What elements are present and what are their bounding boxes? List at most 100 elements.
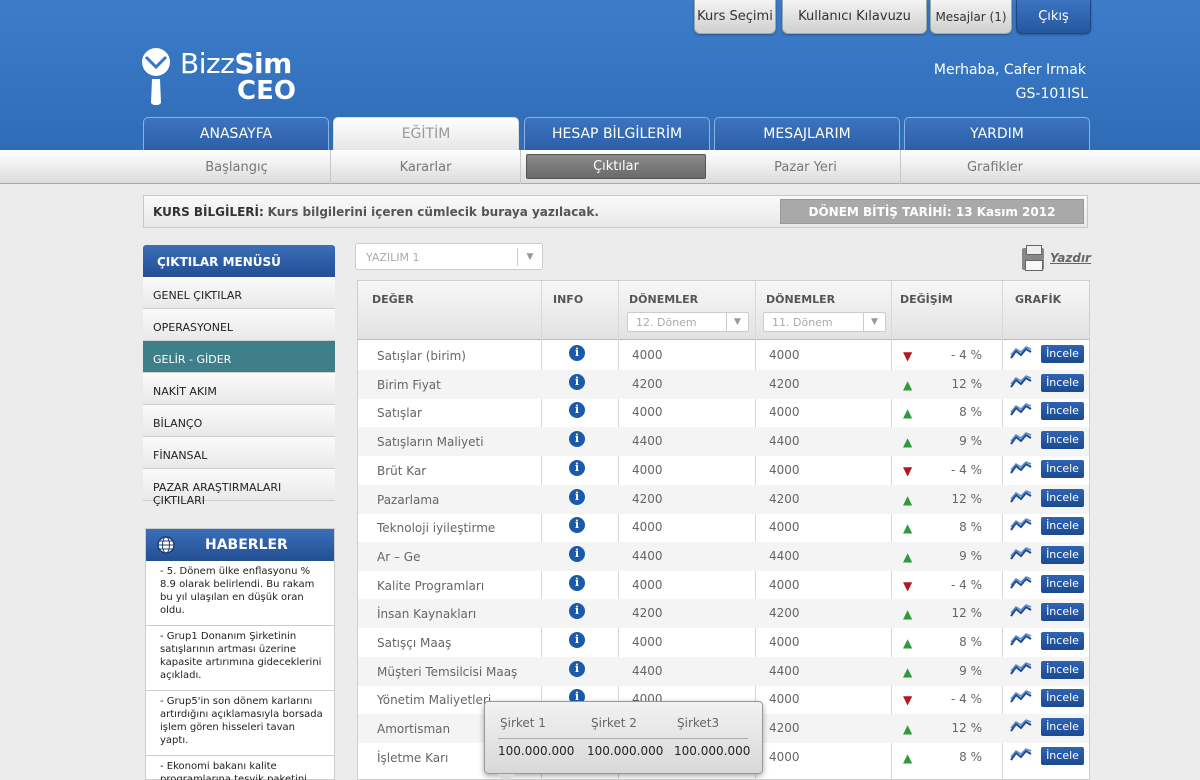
header-period-1: DÖNEMLER xyxy=(629,293,699,306)
trend-chart-icon[interactable] xyxy=(1010,403,1032,417)
subtab-decisions[interactable]: Kararlar xyxy=(331,150,521,184)
sidebar-item-operational[interactable]: OPERASYONEL xyxy=(143,309,335,341)
news-item[interactable]: - Ekonomi bakanı kalite programlarına te… xyxy=(146,756,334,780)
period-1-value: 4000 xyxy=(632,635,663,649)
tab-messages[interactable]: MESAJLARIM xyxy=(714,117,900,150)
news-item[interactable]: - Grup1 Donanım Şirketinin satışlarının … xyxy=(146,626,334,691)
change-percent: - 4 % xyxy=(951,348,982,362)
info-icon[interactable]: i xyxy=(569,545,585,562)
trend-chart-icon[interactable] xyxy=(1010,661,1032,676)
row-label: Brüt Kar xyxy=(377,463,427,478)
tab-home[interactable]: ANASAYFA xyxy=(143,117,329,150)
trend-chart-icon[interactable] xyxy=(1010,346,1032,360)
trend-chart-icon[interactable] xyxy=(1010,719,1032,733)
header-chart: GRAFİK xyxy=(1015,293,1062,306)
change-percent: 9 % xyxy=(959,663,982,678)
subtab-outputs[interactable]: Çıktılar xyxy=(526,154,706,179)
period-1-select[interactable]: 12. Dönem ▼ xyxy=(627,312,749,332)
messages-button[interactable]: Mesajlar (1) xyxy=(930,0,1012,34)
trend-chart-icon[interactable] xyxy=(1010,690,1032,704)
info-icon[interactable]: i xyxy=(569,632,585,648)
info-icon[interactable]: i xyxy=(569,603,585,620)
info-icon[interactable]: i xyxy=(569,402,585,419)
trend-chart-icon[interactable] xyxy=(1010,747,1032,762)
change-percent: 12 % xyxy=(951,721,983,736)
inspect-button[interactable]: İncele xyxy=(1041,431,1084,450)
trend-chart-icon[interactable] xyxy=(1010,575,1032,590)
sidebar-item-general[interactable]: GENEL ÇIKTILAR xyxy=(143,277,335,309)
tab-education[interactable]: EĞİTİM xyxy=(333,117,519,150)
period-2-value: 4400 xyxy=(769,548,800,563)
info-icon[interactable]: i xyxy=(569,517,585,534)
arrow-up-icon: ▲ xyxy=(903,664,913,679)
table-row: Kalite Programları i 4000 4000 ▼ - 4 % İncele xyxy=(358,571,1089,600)
subtab-charts[interactable]: Grafikler xyxy=(901,150,1089,184)
sidebar-item-balance[interactable]: BİLANÇO xyxy=(143,405,335,437)
news-title: HABERLER xyxy=(205,537,288,553)
tab-account[interactable]: HESAP BİLGİLERİM xyxy=(524,117,710,150)
tab-help[interactable]: YARDIM xyxy=(904,117,1090,150)
arrow-up-icon: ▲ xyxy=(903,636,913,650)
info-icon[interactable]: i xyxy=(569,574,585,591)
inspect-button[interactable]: İncele xyxy=(1041,746,1084,765)
subtab-marketplace[interactable]: Pazar Yeri xyxy=(711,150,901,184)
info-icon[interactable]: i xyxy=(569,660,585,677)
subtab-start[interactable]: Başlangıç xyxy=(143,150,331,184)
info-icon[interactable]: i xyxy=(569,459,585,476)
inspect-button[interactable]: İncele xyxy=(1041,517,1084,536)
arrow-up-icon: ▲ xyxy=(903,406,913,421)
info-icon[interactable]: i xyxy=(569,345,585,361)
period-2-value: 4000 xyxy=(769,577,800,592)
course-select-button[interactable]: Kurs Seçimi xyxy=(694,0,776,34)
inspect-button[interactable]: İncele xyxy=(1041,345,1084,363)
table-row: Satışlar i 4000 4000 ▲ 8 % İncele xyxy=(358,398,1089,427)
print-label: Yazdır xyxy=(1050,251,1091,265)
period-2-value: 11. Dönem xyxy=(772,316,833,329)
inspect-button[interactable]: İncele xyxy=(1041,488,1084,507)
trend-chart-icon[interactable] xyxy=(1010,633,1032,647)
sidebar-item-cash-flow[interactable]: NAKİT AKIM xyxy=(143,373,335,405)
header-change: DEĞİŞİM xyxy=(900,293,953,306)
inspect-button[interactable]: İncele xyxy=(1041,632,1084,650)
logo[interactable]: BizzSim CEO xyxy=(140,45,300,107)
period-2-select[interactable]: 11. Dönem ▼ xyxy=(763,312,886,332)
news-item[interactable]: - Grup5'in son dönem karlarını artırdığı… xyxy=(146,691,334,756)
info-icon[interactable]: i xyxy=(569,488,585,505)
change-percent: 8 % xyxy=(959,405,982,420)
change-percent: 8 % xyxy=(959,635,982,649)
inspect-button[interactable]: İncele xyxy=(1041,402,1084,421)
inspect-button[interactable]: İncele xyxy=(1041,718,1084,737)
company-select[interactable]: YAZILIM 1 ▼ xyxy=(355,243,543,270)
inspect-button[interactable]: İncele xyxy=(1041,373,1084,392)
info-icon[interactable]: i xyxy=(569,373,585,390)
inspect-button[interactable]: İncele xyxy=(1041,545,1084,564)
news-item[interactable]: - 5. Dönem ülke enflasyonu % 8.9 olarak … xyxy=(146,561,334,626)
trend-chart-icon[interactable] xyxy=(1010,460,1032,475)
change-percent: 9 % xyxy=(959,548,982,563)
inspect-button[interactable]: İncele xyxy=(1041,574,1084,593)
trend-chart-icon[interactable] xyxy=(1010,374,1032,389)
inspect-button[interactable]: İncele xyxy=(1041,603,1084,622)
row-label: Ar – Ge xyxy=(377,549,421,564)
trend-chart-icon[interactable] xyxy=(1010,604,1032,618)
arrow-up-icon: ▲ xyxy=(903,492,913,507)
inspect-button[interactable]: İncele xyxy=(1041,459,1084,478)
row-label: Müşteri Temsilcisi Maaş xyxy=(377,664,518,679)
arrow-up-icon: ▲ xyxy=(903,435,913,450)
trend-chart-icon[interactable] xyxy=(1010,432,1032,446)
trend-chart-icon[interactable] xyxy=(1010,518,1032,532)
user-guide-button[interactable]: Kullanıcı Kılavuzu xyxy=(782,0,927,34)
chevron-down-icon: ▼ xyxy=(517,248,542,266)
trend-chart-icon[interactable] xyxy=(1010,547,1032,561)
sidebar-item-market-research[interactable]: PAZAR ARAŞTIRMALARI ÇIKTILARI xyxy=(143,469,335,507)
change-percent: - 4 % xyxy=(951,692,982,707)
inspect-button[interactable]: İncele xyxy=(1041,689,1084,708)
inspect-button[interactable]: İncele xyxy=(1041,660,1084,679)
trend-chart-icon[interactable] xyxy=(1010,489,1032,504)
logout-button[interactable]: Çıkış xyxy=(1016,0,1091,34)
sidebar-item-income-expense[interactable]: GELİR - GİDER xyxy=(143,341,335,373)
info-icon[interactable]: i xyxy=(569,431,585,448)
sidebar-item-financial[interactable]: FİNANSAL xyxy=(143,437,335,469)
period-1-value: 4400 xyxy=(632,434,663,449)
print-link[interactable]: Yazdır xyxy=(1020,245,1091,272)
